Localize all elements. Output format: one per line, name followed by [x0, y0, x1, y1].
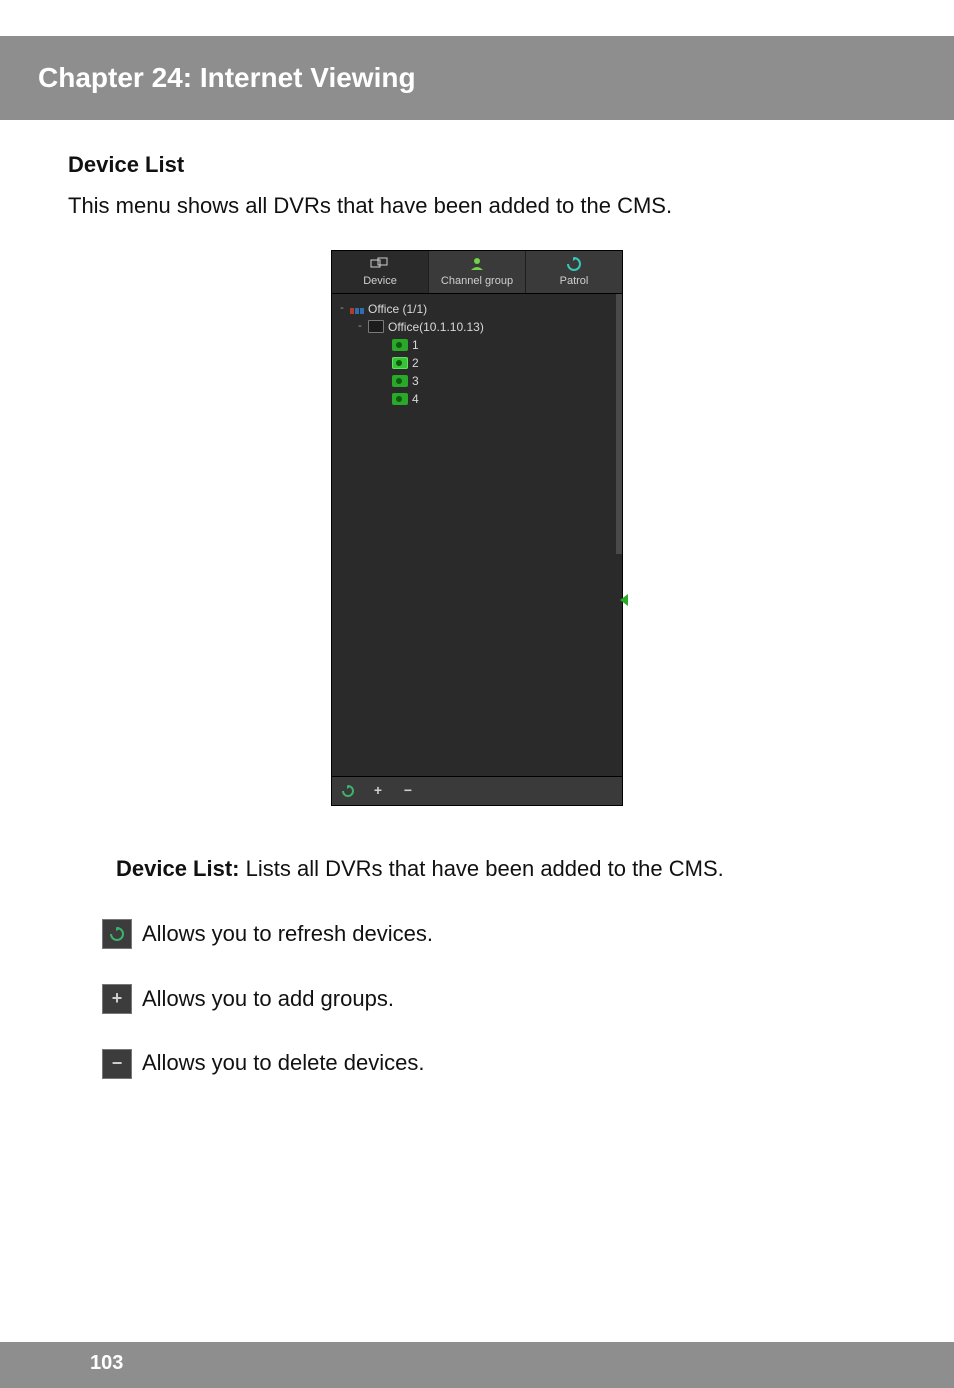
page: Chapter 24: Internet Viewing Device List…	[0, 36, 954, 1388]
tab-device[interactable]: Device	[332, 251, 429, 293]
device-list-description: Device List: Lists all DVRs that have be…	[116, 854, 886, 885]
tree-device-row[interactable]: - Office(10.1.10.13)	[336, 318, 618, 336]
add-button[interactable]: +	[370, 783, 386, 799]
camera-icon	[392, 393, 408, 405]
tree-channel-row[interactable]: 4	[336, 390, 618, 408]
add-description-row: + Allows you to add groups.	[102, 984, 886, 1015]
tree-channel-label: 4	[412, 391, 419, 408]
refresh-description-text: Allows you to refresh devices.	[142, 919, 433, 950]
refresh-description-row: Allows you to refresh devices.	[102, 919, 886, 950]
tab-channel-group[interactable]: Channel group	[429, 251, 526, 293]
tree-channel-label: 3	[412, 373, 419, 390]
scrollbar[interactable]	[616, 294, 622, 554]
tree-device-label: Office(10.1.10.13)	[388, 319, 484, 336]
device-list-bold: Device List:	[116, 856, 240, 881]
tab-patrol-label: Patrol	[560, 275, 589, 287]
delete-button[interactable]: −	[400, 783, 416, 799]
minus-icon: −	[102, 1049, 132, 1079]
refresh-button[interactable]	[340, 783, 356, 799]
delete-description-text: Allows you to delete devices.	[142, 1048, 425, 1079]
tab-patrol[interactable]: Patrol	[526, 251, 622, 293]
tree-channel-label: 1	[412, 337, 419, 354]
screenshot-wrap: Device Channel group Patrol	[68, 250, 886, 806]
tree-group-row[interactable]: - Office (1/1)	[336, 300, 618, 318]
add-description-text: Allows you to add groups.	[142, 984, 394, 1015]
page-number: 103	[90, 1352, 123, 1375]
description-block: Device List: Lists all DVRs that have be…	[116, 854, 886, 1079]
tree-channel-row[interactable]: 2	[336, 354, 618, 372]
device-tree: - Office (1/1) - Office(10.1.10.13) 1	[332, 294, 622, 776]
group-icon	[350, 304, 364, 314]
section-heading-device-list: Device List	[68, 150, 886, 181]
content-area: Device List This menu shows all DVRs tha…	[0, 120, 954, 1079]
tree-channel-label: 2	[412, 355, 419, 372]
chapter-banner: Chapter 24: Internet Viewing	[0, 36, 954, 120]
tree-channel-row[interactable]: 1	[336, 336, 618, 354]
page-footer: 103	[0, 1342, 954, 1388]
tree-channel-row[interactable]: 3	[336, 372, 618, 390]
monitor-icon	[368, 320, 384, 333]
camera-icon	[392, 357, 408, 369]
tree-group-label: Office (1/1)	[368, 301, 427, 318]
section-intro: This menu shows all DVRs that have been …	[68, 191, 886, 222]
camera-icon	[392, 375, 408, 387]
camera-icon	[392, 339, 408, 351]
tab-channel-group-label: Channel group	[441, 275, 513, 287]
panel-footer: + −	[332, 776, 622, 805]
tab-device-label: Device	[363, 275, 397, 287]
collapse-arrow-icon[interactable]	[620, 594, 628, 606]
device-panel: Device Channel group Patrol	[331, 250, 623, 806]
device-list-text: Lists all DVRs that have been added to t…	[240, 856, 724, 881]
devices-icon	[332, 257, 428, 273]
patrol-icon	[526, 257, 622, 273]
plus-icon: +	[102, 984, 132, 1014]
delete-description-row: − Allows you to delete devices.	[102, 1048, 886, 1079]
refresh-icon	[102, 919, 132, 949]
expand-toggle-icon[interactable]: -	[356, 319, 364, 334]
channel-group-icon	[429, 257, 525, 273]
chapter-title: Chapter 24: Internet Viewing	[38, 62, 416, 93]
tabbar: Device Channel group Patrol	[332, 251, 622, 294]
expand-toggle-icon[interactable]: -	[338, 301, 346, 316]
